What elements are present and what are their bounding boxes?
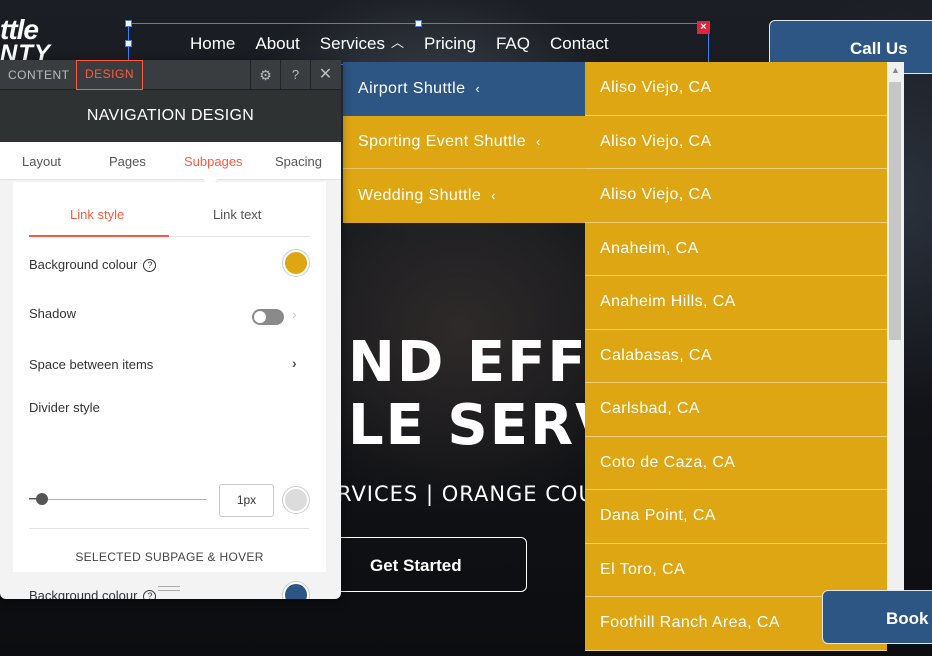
submenu-item-label: Sporting Event Shuttle	[358, 132, 527, 150]
city-item[interactable]: Anaheim, CA	[585, 222, 887, 276]
city-item[interactable]: Aliso Viejo, CA	[585, 169, 887, 223]
close-icon[interactable]: ✕	[310, 60, 340, 90]
nav-item-home[interactable]: Home	[190, 34, 235, 54]
background-colour-label: Background colour	[29, 257, 138, 272]
tab-divider	[169, 236, 310, 237]
city-item[interactable]: Coto de Caza, CA	[585, 436, 887, 490]
shadow-label: Shadow	[29, 306, 76, 321]
tab-design[interactable]: DESIGN	[76, 60, 143, 90]
city-submenu: Aliso Viejo, CA Aliso Viejo, CA Aliso Vi…	[585, 62, 887, 656]
chevron-left-icon: ‹	[491, 188, 496, 204]
resize-handle-tl[interactable]	[125, 20, 132, 27]
nav-item-contact[interactable]: Contact	[550, 34, 609, 54]
background-colour-swatch[interactable]	[283, 250, 309, 276]
hover-background-colour-swatch[interactable]	[283, 582, 309, 599]
divider-colour-swatch[interactable]	[283, 487, 309, 513]
question-icon[interactable]: ?	[143, 590, 157, 599]
nav-item-faq[interactable]: FAQ	[496, 34, 530, 54]
hero-subheadline: RVICES | ORANGE COU	[337, 482, 595, 506]
city-submenu-scrollbar[interactable]: ▲	[887, 62, 904, 592]
resize-handle-left[interactable]	[125, 40, 132, 47]
scroll-up-arrow-icon[interactable]: ▲	[887, 62, 904, 79]
services-submenu: Airport Shuttle ‹ Sporting Event Shuttle…	[343, 62, 585, 223]
panel-resize-grip[interactable]	[158, 586, 180, 591]
subtab-pages[interactable]: Pages	[109, 154, 146, 169]
toggle-knob	[254, 311, 266, 323]
background-colour-row: Background colour?	[29, 257, 157, 272]
hover-background-colour-label: Background colour	[29, 588, 138, 599]
divider-width-input[interactable]: 1px	[219, 484, 274, 517]
submenu-item-sporting-event-shuttle[interactable]: Sporting Event Shuttle ‹	[343, 115, 585, 169]
hover-background-colour-row: Background colour?	[29, 588, 157, 599]
design-subtabs: Layout Pages Subpages Spacing	[0, 142, 341, 188]
hover-section-heading: SELECTED SUBPAGE & HOVER	[75, 550, 264, 564]
subtab-spacing[interactable]: Spacing	[275, 154, 322, 169]
gear-icon[interactable]: ⚙	[250, 60, 280, 90]
navigation-design-panel: CONTENT DESIGN ⚙ ? ✕ NAVIGATION DESIGN L…	[0, 60, 341, 599]
city-item[interactable]: Aliso Viejo, CA	[585, 62, 887, 116]
subtab-subpages[interactable]: Subpages	[184, 154, 243, 169]
subpages-settings: Link style Link text Background colour? …	[13, 182, 326, 599]
resize-handle-top[interactable]	[415, 20, 422, 27]
panel-title: NAVIGATION DESIGN	[0, 90, 341, 142]
logo-line-1: ttle	[0, 14, 39, 45]
help-icon[interactable]: ?	[280, 60, 310, 90]
divider-slider-handle[interactable]	[36, 493, 48, 505]
nav-item-about[interactable]: About	[255, 34, 299, 54]
nav-item-services-label: Services	[319, 34, 385, 53]
city-item[interactable]: Aliso Viejo, CA	[585, 115, 887, 169]
city-item[interactable]: El Toro, CA	[585, 543, 887, 597]
scroll-thumb[interactable]	[889, 82, 901, 340]
chevron-right-icon: ›	[292, 306, 297, 322]
city-item[interactable]: Carlsbad, CA	[585, 383, 887, 437]
question-icon[interactable]: ?	[143, 259, 157, 272]
city-item[interactable]: Anaheim Hills, CA	[585, 276, 887, 330]
chevron-left-icon: ‹	[475, 81, 481, 97]
submenu-item-wedding-shuttle[interactable]: Wedding Shuttle ‹	[343, 169, 585, 223]
active-tab-underline	[29, 235, 169, 237]
divider-slider-track[interactable]	[29, 499, 207, 500]
shadow-toggle[interactable]	[252, 309, 284, 325]
chevron-up-icon: ︿	[390, 35, 404, 50]
hero-headline-line-2: LE SERV	[348, 393, 621, 458]
section-divider	[29, 528, 309, 529]
tab-content[interactable]: CONTENT	[8, 60, 70, 90]
nav-item-pricing[interactable]: Pricing	[424, 34, 476, 54]
nav-remove-icon[interactable]: ×	[697, 21, 710, 34]
book-button[interactable]: Book	[822, 590, 932, 644]
submenu-item-label: Wedding Shuttle	[358, 186, 482, 204]
panel-header-bar: CONTENT DESIGN ⚙ ? ✕	[0, 60, 341, 90]
chevron-left-icon: ‹	[536, 134, 541, 150]
nav-item-services[interactable]: Services ︿	[320, 34, 404, 54]
submenu-item-label: Airport Shuttle	[358, 79, 466, 97]
site-nav-menu: Home About Services ︿ Pricing FAQ Contact	[190, 34, 629, 54]
chevron-right-icon[interactable]: ›	[292, 355, 297, 371]
link-style-tab[interactable]: Link style	[70, 207, 124, 222]
space-between-label: Space between items	[29, 357, 154, 372]
submenu-item-airport-shuttle[interactable]: Airport Shuttle ‹	[343, 62, 585, 116]
subtab-layout[interactable]: Layout	[22, 154, 61, 169]
divider-style-label: Divider style	[29, 400, 100, 415]
link-text-tab[interactable]: Link text	[213, 207, 261, 222]
city-item[interactable]: Dana Point, CA	[585, 490, 887, 544]
city-item[interactable]: Calabasas, CA	[585, 329, 887, 383]
